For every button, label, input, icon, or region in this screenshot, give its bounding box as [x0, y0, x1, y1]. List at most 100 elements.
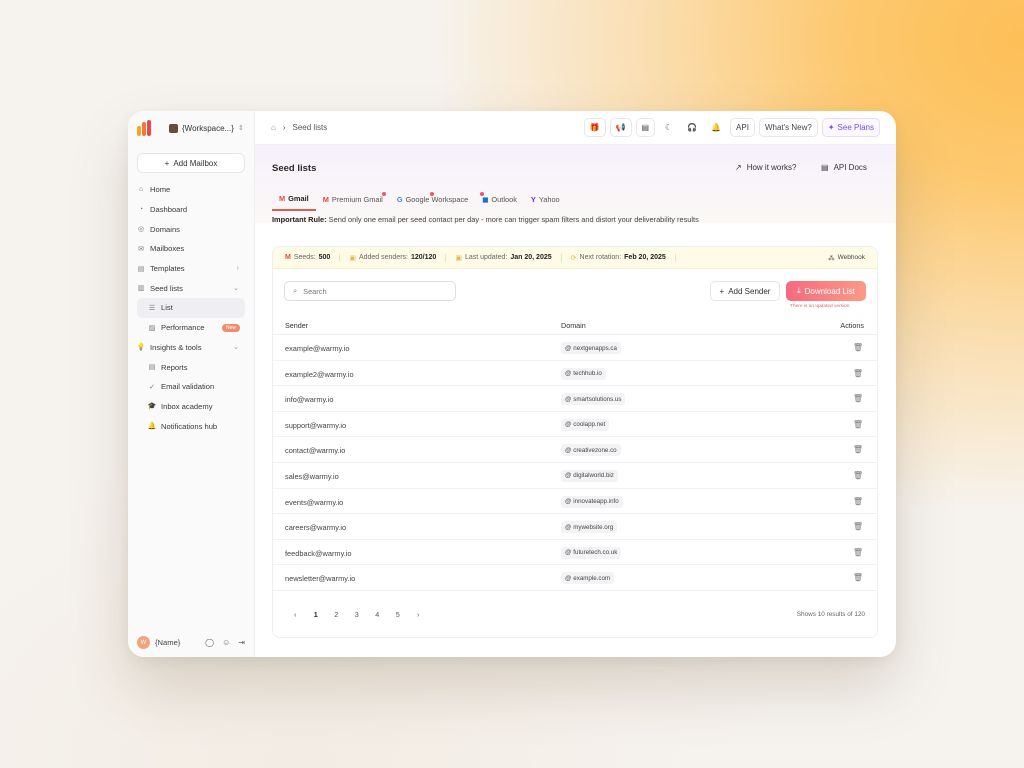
- user-avatar[interactable]: W: [137, 636, 150, 649]
- topbar: ⌂ › Seed lists 🎁 📢 ▤ ☾ 🎧 🔔 API What's Ne…: [255, 111, 896, 145]
- table-row: support@warmy.io @ coolapp.net 🗑: [273, 412, 877, 438]
- search-icon: ⌕: [293, 286, 298, 295]
- page-3-button[interactable]: 3: [347, 607, 368, 621]
- sender-cell: events@warmy.io: [285, 497, 344, 507]
- trash-icon[interactable]: 🗑: [853, 445, 863, 454]
- workspace-switcher[interactable]: {Workspace...} ⇕: [169, 123, 244, 133]
- sidebar-item-reports[interactable]: ▤ Reports: [137, 357, 245, 377]
- globe-icon: ◎: [137, 226, 145, 234]
- sidebar-item-domains[interactable]: ◎ Domains: [137, 219, 245, 239]
- results-count: Shows 10 results of 120: [796, 611, 865, 618]
- support-button[interactable]: 🎧: [682, 118, 703, 137]
- table-row: example2@warmy.io @ techhub.io 🗑: [273, 361, 877, 387]
- user-icon[interactable]: ☺: [222, 638, 230, 647]
- sidebar-item-list[interactable]: ☰ List: [137, 298, 245, 318]
- sidebar-item-seed-lists[interactable]: ▥ Seed lists ⌄: [137, 278, 245, 298]
- table-row: example@warmy.io @ nextgenapps.ca 🗑: [273, 335, 877, 361]
- whats-new-button[interactable]: What's New?: [758, 118, 818, 137]
- yahoo-icon: Y: [530, 195, 536, 204]
- page-4-button[interactable]: 4: [367, 607, 388, 621]
- trash-icon[interactable]: 🗑: [853, 573, 863, 582]
- docs-button[interactable]: ▤: [635, 118, 656, 137]
- chevron-down-icon: ⌄: [233, 285, 239, 293]
- trash-icon[interactable]: 🗑: [853, 522, 863, 531]
- main-area: ⌂ › Seed lists 🎁 📢 ▤ ☾ 🎧 🔔 API What's Ne…: [255, 111, 896, 657]
- domain-chip: @ techhub.io: [561, 367, 606, 380]
- globe-icon: @: [565, 370, 572, 378]
- sidebar-item-mailboxes[interactable]: ✉ Mailboxes: [137, 239, 245, 259]
- gift-icon: 🎁: [589, 123, 600, 132]
- page-1-button[interactable]: 1: [306, 607, 327, 621]
- see-plans-button[interactable]: ✦ See Plans: [821, 118, 880, 137]
- trash-icon[interactable]: 🗑: [853, 497, 863, 506]
- gift-button[interactable]: 🎁: [583, 118, 606, 137]
- api-docs-link[interactable]: ▤ API Docs: [821, 163, 867, 172]
- stats-bar: M Seeds: 500 ▣ Added senders: 120/120 ▣ Last …: [273, 247, 877, 269]
- notifications-button[interactable]: 🔔: [706, 118, 727, 137]
- topbar-actions: 🎁 📢 ▤ ☾ 🎧 🔔 API What's New? ✦ See Plans: [583, 118, 880, 137]
- bell-icon: 🔔: [711, 123, 722, 132]
- domain-chip: @ creativezone.co: [561, 444, 621, 457]
- arrow-up-right-icon: ↗: [735, 163, 742, 172]
- download-list-button[interactable]: ⤓ Download List: [786, 281, 866, 301]
- sidebar-item-notifications[interactable]: 🔔 Notifications hub: [137, 416, 245, 436]
- alert-dot: [429, 192, 434, 196]
- globe-icon: @: [565, 523, 572, 531]
- table-row: events@warmy.io @ innovateapp.info 🗑: [273, 489, 877, 515]
- webhook-icon: ⁂: [828, 254, 835, 262]
- workspace-avatar: [169, 123, 178, 133]
- trash-icon[interactable]: 🗑: [853, 471, 863, 480]
- prev-page-button[interactable]: ‹: [285, 607, 306, 621]
- tab-gmail[interactable]: M Gmail: [272, 194, 316, 211]
- sender-cell: feedback@warmy.io: [285, 548, 352, 558]
- tab-yahoo[interactable]: Y Yahoo: [524, 194, 567, 211]
- headset-icon: 🎧: [687, 123, 698, 132]
- home-icon[interactable]: ⌂: [271, 123, 276, 132]
- bulb-icon: 💡: [136, 344, 146, 352]
- megaphone-button[interactable]: 📢: [609, 118, 632, 137]
- trash-icon[interactable]: 🗑: [853, 343, 863, 352]
- page-5-button[interactable]: 5: [388, 607, 409, 621]
- trash-icon[interactable]: 🗑: [853, 548, 863, 557]
- tab-outlook[interactable]: ◼ Outlook: [475, 192, 524, 211]
- gmail-icon: M: [322, 195, 329, 204]
- sidebar-item-templates[interactable]: ▤ Templates ›: [137, 259, 245, 279]
- table-row: feedback@warmy.io @ futuretech.co.uk 🗑: [273, 540, 877, 566]
- add-sender-button[interactable]: + Add Sender: [710, 281, 780, 301]
- search-input[interactable]: [303, 286, 444, 296]
- api-button[interactable]: API: [730, 118, 755, 137]
- breadcrumb: ⌂ › Seed lists: [271, 123, 327, 132]
- tab-google-workspace[interactable]: G Google Workspace: [390, 192, 475, 211]
- sender-cell: contact@warmy.io: [285, 446, 346, 456]
- mail-icon: ✉: [138, 245, 144, 253]
- chat-icon[interactable]: ◯: [205, 638, 214, 647]
- tab-premium-gmail[interactable]: M Premium Gmail: [316, 192, 390, 211]
- sidebar-item-academy[interactable]: 🎓 Inbox academy: [137, 397, 245, 417]
- stat-rotation: ⟳ Next rotation: Feb 20, 2025: [570, 253, 676, 262]
- trash-icon[interactable]: 🗑: [853, 394, 863, 403]
- stat-senders: ▣ Added senders: 120/120: [349, 253, 447, 262]
- stat-updated: ▣ Last updated: Jan 20, 2025: [455, 253, 562, 262]
- trash-icon[interactable]: 🗑: [853, 369, 863, 378]
- outlook-icon: ◼: [482, 195, 489, 204]
- theme-toggle-button[interactable]: ☾: [659, 118, 679, 137]
- sidebar-item-email-validation[interactable]: ✓ Email validation: [137, 377, 245, 397]
- sidebar-item-home[interactable]: ⌂ Home: [137, 180, 245, 200]
- add-mailbox-button[interactable]: + Add Mailbox: [137, 153, 245, 173]
- how-it-works-link[interactable]: ↗ How it works?: [735, 163, 797, 172]
- table-row: careers@warmy.io @ mywebsite.org 🗑: [273, 514, 877, 540]
- header-sender: Sender: [285, 321, 309, 330]
- sidebar-item-dashboard[interactable]: ◔ Dashboard: [137, 200, 245, 220]
- search-box: ⌕: [284, 281, 456, 301]
- sidebar-item-performance[interactable]: ▨ Performance New: [137, 318, 245, 338]
- content-header: Seed lists ↗ How it works? ▤ API Docs M Gma…: [255, 145, 896, 223]
- globe-icon: @: [565, 395, 572, 403]
- refresh-icon: ⟳: [570, 254, 577, 262]
- webhook-button[interactable]: ⁂ Webhook: [828, 254, 865, 262]
- sidebar-item-insights[interactable]: 💡 Insights & tools ⌄: [137, 338, 245, 358]
- logout-icon[interactable]: ⇥: [238, 638, 245, 647]
- gmail-icon: M: [279, 194, 286, 203]
- next-page-button[interactable]: ›: [408, 607, 429, 621]
- page-2-button[interactable]: 2: [326, 607, 347, 621]
- trash-icon[interactable]: 🗑: [853, 420, 863, 429]
